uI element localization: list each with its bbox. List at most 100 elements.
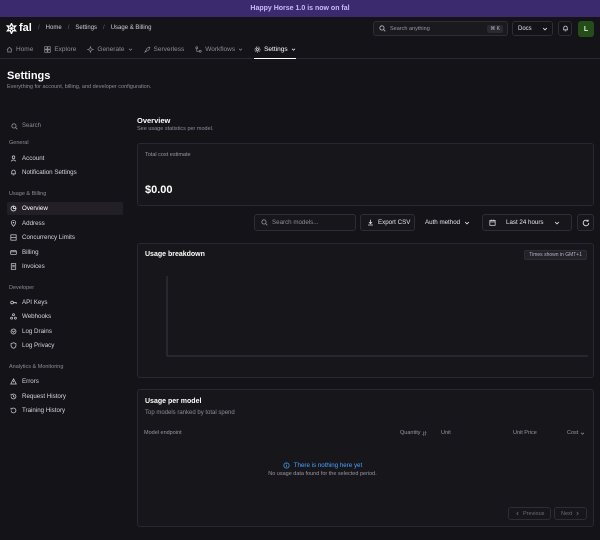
home-icon: [6, 46, 13, 53]
breadcrumb-settings[interactable]: Settings: [75, 25, 97, 31]
sidebar-item-notification-settings[interactable]: Notification Settings: [7, 166, 123, 179]
sidebar-item-log-privacy[interactable]: Log Privacy: [7, 339, 123, 352]
page-subtitle: Everything for account, billing, and dev…: [7, 84, 152, 90]
sidebar-item-label: Request History: [22, 393, 67, 400]
key-icon: [10, 300, 17, 305]
total-cost-value: $0.00: [145, 184, 173, 196]
column-header-label: Cost: [567, 430, 579, 436]
logo-text: fal: [19, 22, 32, 34]
sidebar-section-general: General: [9, 140, 29, 146]
sidebar-item-address[interactable]: Address: [7, 217, 123, 230]
nav-home-label: Home: [16, 46, 34, 53]
column-header-unit-price[interactable]: Unit Price: [513, 430, 537, 436]
sidebar-section-analytics: Analytics & Monitoring: [9, 364, 64, 370]
search-shortcut: ⌘ K: [487, 25, 503, 33]
fal-logo-icon: [6, 22, 17, 34]
sidebar-section-usage-billing: Usage & Billing: [9, 191, 47, 197]
search-icon: [379, 25, 386, 32]
sidebar-item-concurrency-limits[interactable]: Concurrency Limits: [7, 231, 123, 244]
nav-workflows[interactable]: Workflows: [195, 41, 243, 59]
nav-generate[interactable]: Generate: [87, 41, 132, 59]
column-header-unit[interactable]: Unit: [441, 430, 451, 436]
usage-per-model-title: Usage per model: [145, 398, 202, 405]
sidebar-item-label: Notification Settings: [22, 169, 77, 176]
drain-icon: [10, 328, 17, 335]
announcement-banner[interactable]: Happy Horse 1.0 is now on fal: [0, 0, 600, 17]
breadcrumb-home[interactable]: Home: [46, 25, 62, 31]
nav-generate-label: Generate: [97, 46, 125, 53]
sort-icon: [422, 430, 428, 436]
search-icon: [11, 122, 18, 130]
sidebar-search-input[interactable]: Search: [7, 119, 124, 133]
top-bar: fal / Home / Settings / Usage & Billing …: [0, 17, 600, 41]
time-range-dropdown[interactable]: Last 24 hours: [482, 214, 572, 231]
docs-label: Docs: [518, 25, 532, 32]
export-csv-button[interactable]: Export CSV: [360, 214, 415, 231]
nav-serverless-label: Serverless: [153, 46, 185, 53]
sidebar-item-request-history[interactable]: Request History: [7, 390, 123, 403]
chevron-down-icon: [554, 221, 559, 224]
nav-home[interactable]: Home: [6, 41, 33, 59]
nav-explore[interactable]: Explore: [44, 41, 76, 59]
sidebar-item-overview[interactable]: Overview: [7, 202, 123, 215]
sidebar-item-label: Errors: [22, 378, 39, 385]
avatar[interactable]: L: [578, 21, 594, 37]
column-header-quantity[interactable]: Quantity: [400, 430, 428, 436]
history-icon: [10, 393, 17, 400]
column-header-model-endpoint[interactable]: Model endpoint: [144, 430, 182, 436]
chevron-down-icon: [128, 48, 132, 51]
breadcrumb: / Home / Settings / Usage & Billing: [38, 25, 151, 31]
previous-page-label: Previous: [523, 510, 545, 517]
previous-page-button[interactable]: Previous: [508, 507, 552, 520]
time-range-label: Last 24 hours: [506, 219, 544, 226]
nav-settings[interactable]: Settings: [254, 41, 296, 59]
sidebar-item-api-keys[interactable]: API Keys: [7, 296, 123, 309]
nav-settings-label: Settings: [264, 45, 288, 53]
breadcrumb-usage-billing[interactable]: Usage & Billing: [111, 25, 152, 31]
refresh-button[interactable]: [577, 214, 594, 231]
sidebar-item-label: Log Drains: [22, 328, 52, 335]
column-header-label: Unit Price: [513, 430, 537, 436]
nav-serverless[interactable]: Serverless: [143, 41, 185, 59]
sidebar-item-account[interactable]: Account: [7, 152, 123, 165]
next-page-label: Next: [561, 510, 573, 517]
chevron-down-icon: [238, 48, 243, 51]
bell-icon: [11, 169, 16, 176]
empty-state-title-text: There is nothing here yet: [293, 462, 363, 469]
sidebar-item-training-history[interactable]: Training History: [7, 404, 123, 417]
download-icon: [368, 219, 373, 226]
card-icon: [10, 250, 17, 255]
sidebar-item-label: Invoices: [22, 263, 45, 270]
column-header-cost[interactable]: Cost: [567, 430, 585, 436]
webhook-icon: [10, 313, 17, 320]
usage-chart: [166, 276, 588, 357]
sidebar-item-billing[interactable]: Billing: [7, 246, 123, 259]
invoice-icon: [10, 263, 17, 270]
model-search-placeholder: Search models...: [272, 219, 319, 226]
sidebar-item-log-drains[interactable]: Log Drains: [7, 325, 123, 338]
auth-method-dropdown[interactable]: Auth method: [419, 214, 477, 231]
overview-subtitle: See usage statistics per model.: [137, 126, 214, 132]
export-csv-label: Export CSV: [378, 219, 411, 226]
breadcrumb-separator: /: [38, 25, 40, 31]
warning-icon: [10, 378, 17, 385]
notifications-button[interactable]: [558, 21, 572, 36]
auth-method-label: Auth method: [425, 219, 461, 226]
next-page-button[interactable]: Next: [554, 507, 588, 520]
usage-per-model-subtitle: Top models ranked by total spend: [145, 410, 235, 416]
usage-breakdown-card: Usage breakdown Times shown in GMT+1: [137, 243, 594, 378]
sidebar-item-errors[interactable]: Errors: [7, 375, 123, 388]
chevron-right-icon: [576, 511, 580, 516]
sidebar-item-invoices[interactable]: Invoices: [7, 260, 123, 273]
model-search-input[interactable]: Search models...: [254, 214, 356, 231]
breadcrumb-separator: /: [67, 25, 70, 31]
refresh-icon: [582, 219, 590, 226]
total-cost-card: Total cost estimate $0.00: [137, 143, 594, 206]
rocket-icon: [143, 46, 150, 53]
global-search-input[interactable]: Search anything ⌘ K: [373, 21, 508, 36]
gear-icon: [254, 46, 261, 52]
sidebar-item-webhooks[interactable]: Webhooks: [7, 310, 123, 323]
docs-dropdown[interactable]: Docs: [512, 21, 553, 36]
chevron-down-icon: [291, 48, 295, 51]
fal-logo[interactable]: fal: [6, 22, 32, 34]
